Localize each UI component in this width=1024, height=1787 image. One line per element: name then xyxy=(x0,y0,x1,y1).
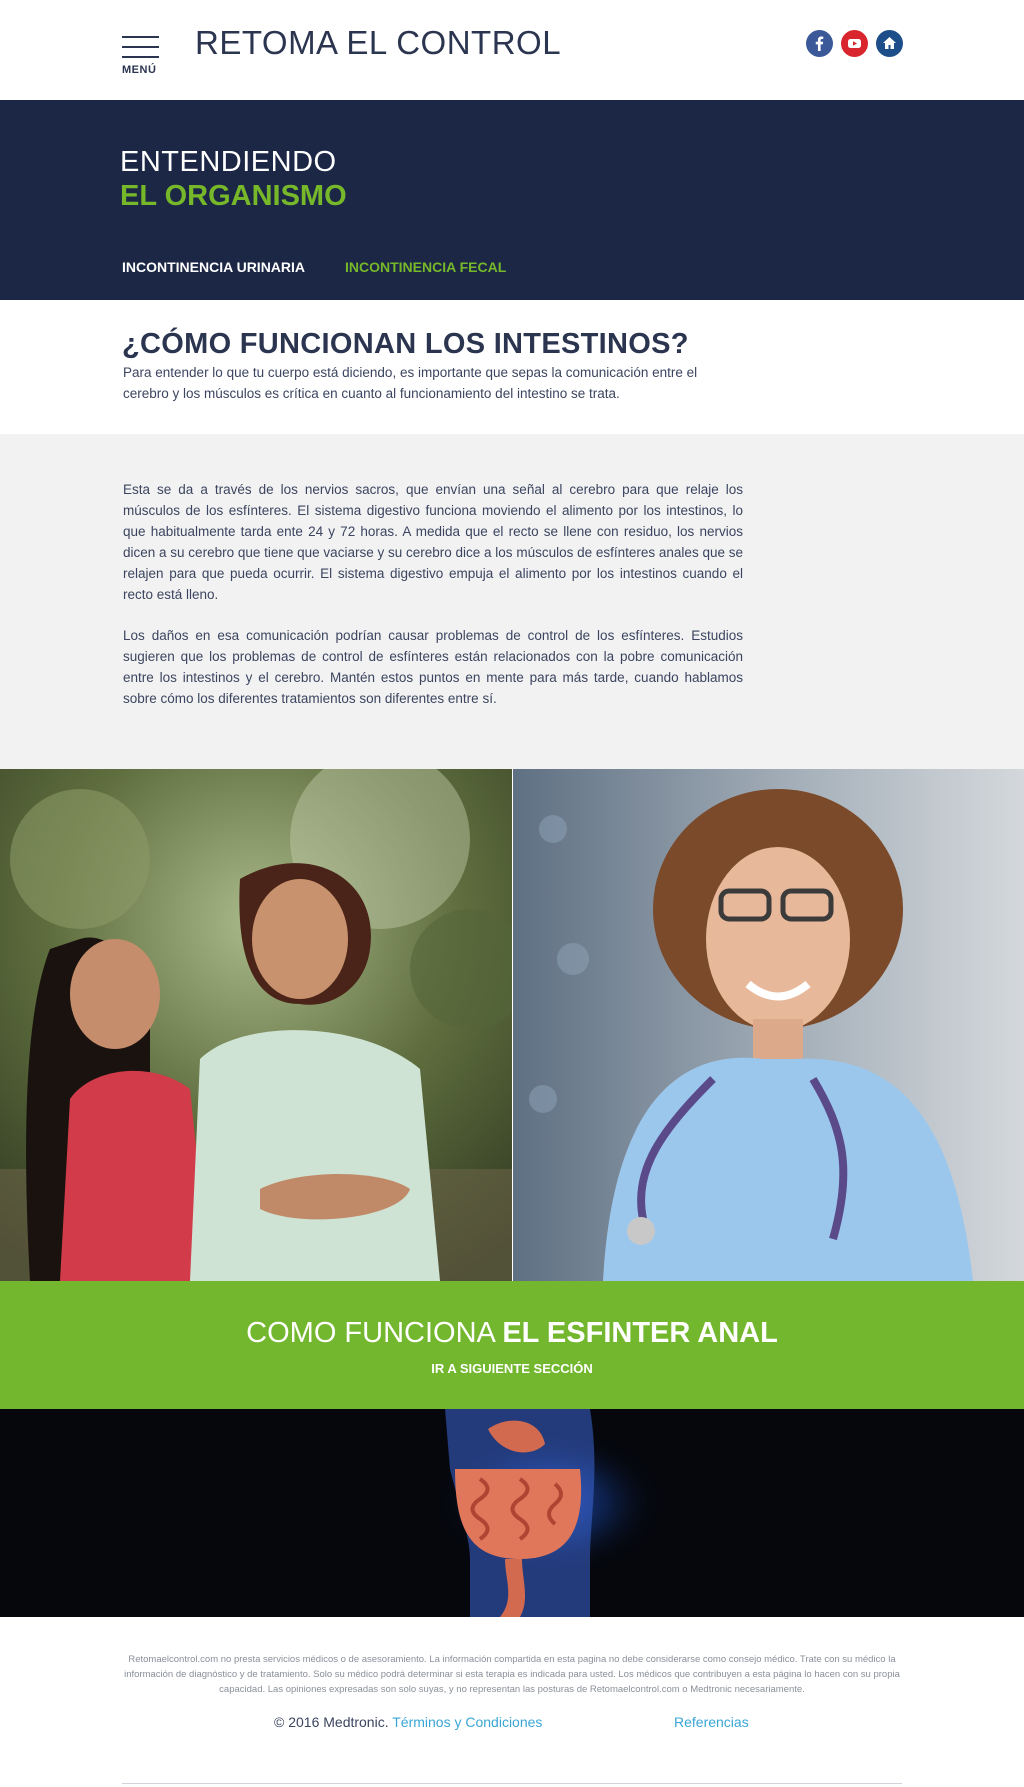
content-section: Esta se da a través de los nervios sacro… xyxy=(0,434,1024,769)
tab-incontinencia-fecal[interactable]: INCONTINENCIA FECAL xyxy=(345,259,506,275)
site-title[interactable]: RETOMA EL CONTROL xyxy=(195,24,561,62)
doctor-photo xyxy=(513,769,1024,1281)
hamburger-icon-bar xyxy=(122,46,159,48)
body-paragraph-1: Esta se da a través de los nervios sacro… xyxy=(123,482,743,602)
terms-link[interactable]: Términos y Condiciones xyxy=(392,1714,542,1730)
next-section-banner[interactable]: COMO FUNCIONA EL ESFINTER ANAL IR A SIGU… xyxy=(0,1281,1024,1409)
next-section-link[interactable]: IR A SIGUIENTE SECCIÓN xyxy=(0,1361,1024,1376)
home-icon[interactable] xyxy=(876,30,903,57)
next-section-title-light: COMO FUNCIONA xyxy=(246,1317,503,1349)
body-paragraph-2: Los daños en esa comunicación podrían ca… xyxy=(123,628,743,706)
facebook-icon[interactable] xyxy=(806,30,833,57)
hero-title-line2: EL ORGANISMO xyxy=(120,180,347,212)
legal-disclaimer: Retomaelcontrol.com no presta servicios … xyxy=(124,1654,900,1695)
youtube-icon[interactable] xyxy=(841,30,868,57)
footer-divider xyxy=(122,1783,902,1784)
intro-paragraph: Para entender lo que tu cuerpo está dici… xyxy=(123,365,698,401)
copyright-text: © 2016 Medtronic. xyxy=(274,1714,393,1730)
tab-incontinencia-urinaria[interactable]: INCONTINENCIA URINARIA xyxy=(122,259,305,275)
references-link[interactable]: Referencias xyxy=(674,1714,749,1730)
family-photo xyxy=(0,769,512,1281)
hero-title-line1: ENTENDIENDO xyxy=(120,146,337,178)
section-hero: ENTENDIENDO EL ORGANISMO INCONTINENCIA U… xyxy=(0,100,1024,300)
menu-button[interactable]: MENÚ xyxy=(122,34,162,80)
footer-copyright: © 2016 Medtronic. Términos y Condiciones xyxy=(274,1714,542,1730)
hamburger-icon xyxy=(122,36,159,38)
menu-label: MENÚ xyxy=(122,64,157,76)
hamburger-icon-bar xyxy=(122,56,159,58)
next-section-title: COMO FUNCIONA EL ESFINTER ANAL xyxy=(0,1317,1024,1350)
next-section-title-bold: EL ESFINTER ANAL xyxy=(502,1317,778,1349)
site-header: MENÚ RETOMA EL CONTROL xyxy=(0,0,1024,100)
intestines-illustration xyxy=(0,1409,1024,1617)
page-title: ¿CÓMO FUNCIONAN LOS INTESTINOS? xyxy=(122,328,689,360)
